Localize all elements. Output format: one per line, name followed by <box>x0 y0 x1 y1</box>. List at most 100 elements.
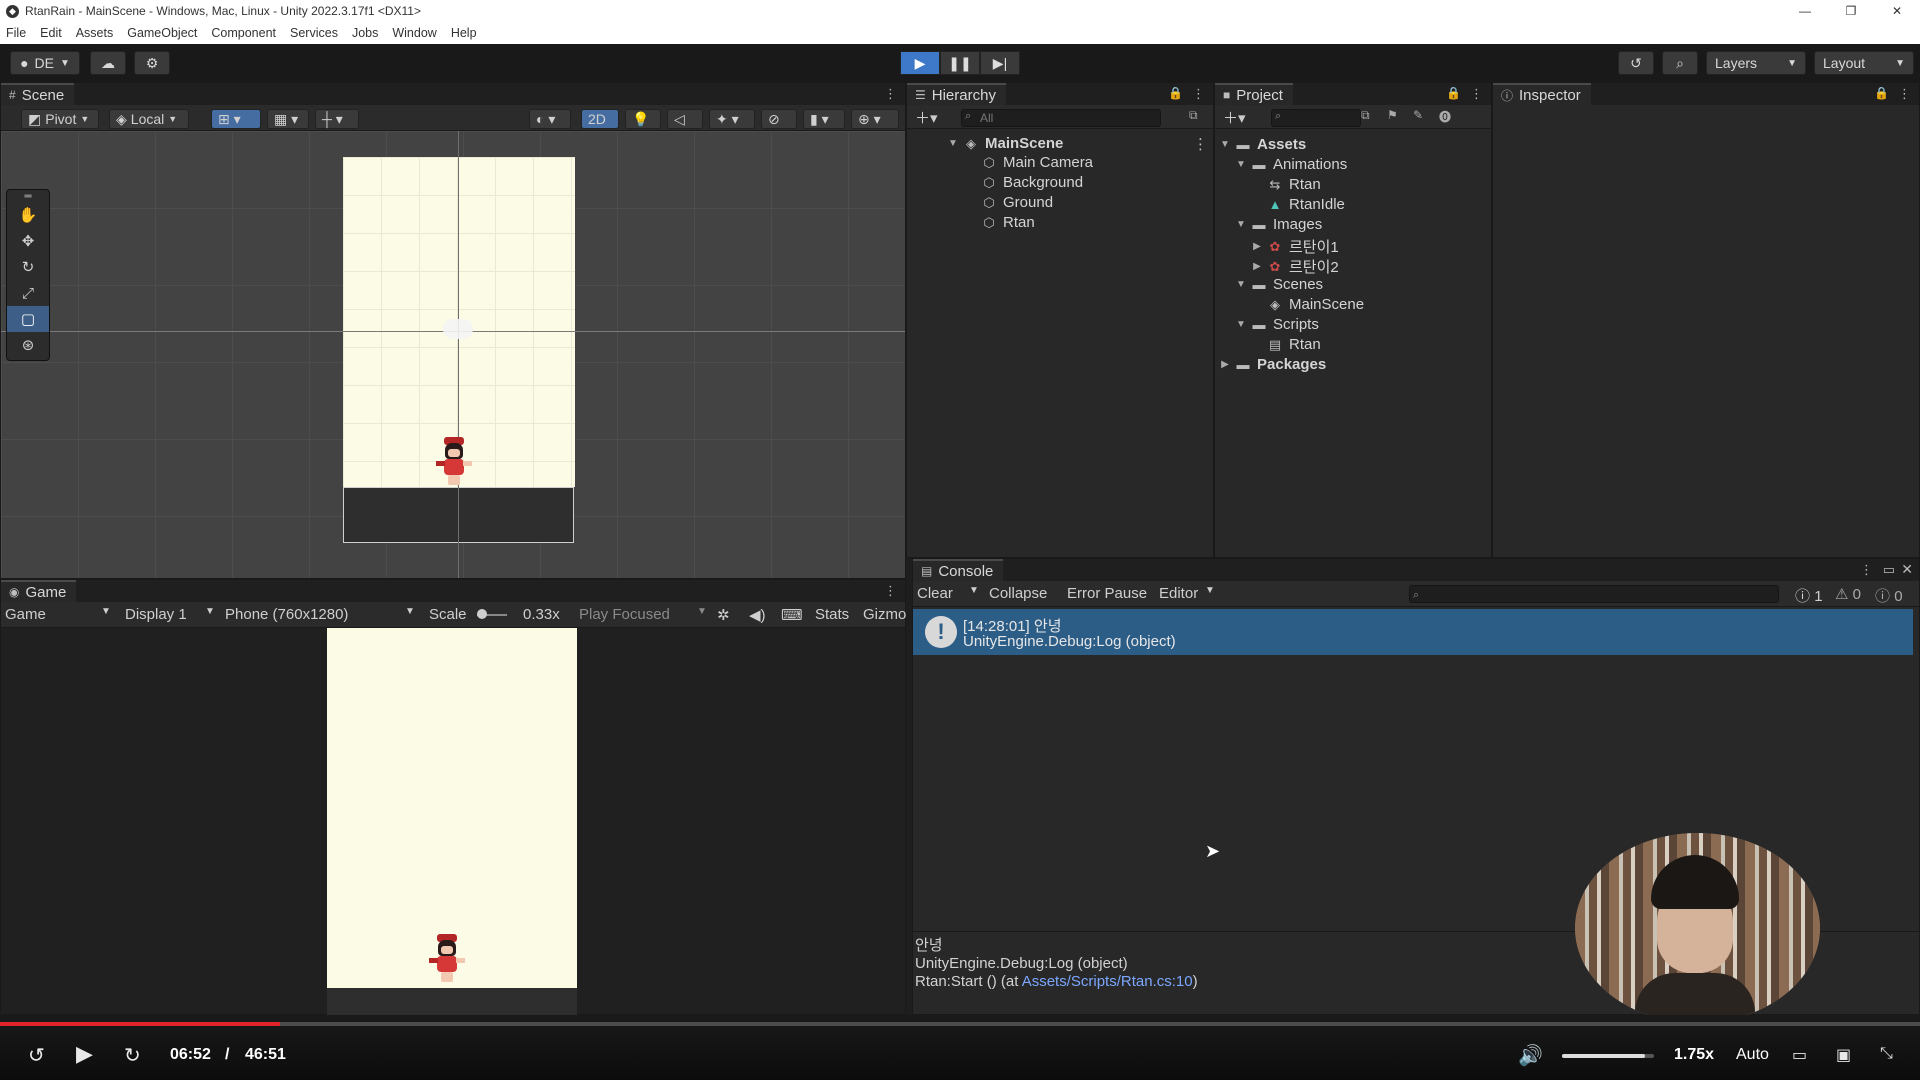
editor-dropdown[interactable]: Editor <box>1159 585 1198 602</box>
play-button[interactable]: ▶ <box>900 51 940 75</box>
tab-console[interactable]: ▤ Console <box>913 559 1004 581</box>
log-count-toggle[interactable]: ⓘ 1 <box>1795 585 1823 606</box>
tab-inspector[interactable]: ⓘ Inspector <box>1493 83 1591 105</box>
theater-mode-icon[interactable]: ▣ <box>1836 1045 1851 1065</box>
menu-help[interactable]: Help <box>451 26 477 40</box>
expand-triangle-icon[interactable]: ▼ <box>1235 159 1247 170</box>
hierarchy-item[interactable]: ⬡ Rtan <box>981 214 1034 231</box>
grid-toggle[interactable]: ▦ ▾ <box>267 109 309 129</box>
rect-tool-icon[interactable]: ▢ <box>7 306 49 332</box>
hierarchy-scene-row[interactable]: ▼ ◈ MainScene <box>947 135 1063 152</box>
tab-hierarchy[interactable]: ☰ Hierarchy <box>907 83 1006 105</box>
lock-icon[interactable]: 🔒 <box>1168 86 1183 100</box>
menu-window[interactable]: Window <box>392 26 436 40</box>
project-item[interactable]: ▲ RtanIdle <box>1267 196 1345 213</box>
minimize-button[interactable]: — <box>1782 0 1828 22</box>
hierarchy-item[interactable]: ⬡ Main Camera <box>981 154 1093 171</box>
lock-icon[interactable]: 🔒 <box>1446 86 1461 100</box>
tab-project[interactable]: ■ Project <box>1215 83 1293 105</box>
images-folder[interactable]: ▼ ▬ Images <box>1235 216 1322 233</box>
quality-setting[interactable]: Auto <box>1736 1046 1769 1064</box>
scale-tool-icon[interactable]: ⤢ <box>7 280 49 306</box>
play-icon[interactable]: ▶ <box>76 1041 93 1067</box>
rotate-tool-icon[interactable]: ↻ <box>7 254 49 280</box>
menu-gameobject[interactable]: GameObject <box>127 26 197 40</box>
packages-folder[interactable]: ▶ ▬ Packages <box>1219 356 1326 373</box>
collapsed-triangle-icon[interactable]: ▶ <box>1251 241 1263 252</box>
menu-file[interactable]: File <box>6 26 26 40</box>
camera-dropdown[interactable]: ▮ ▾ <box>803 109 845 129</box>
rewind-10-icon[interactable]: ↺ <box>28 1043 45 1068</box>
chevron-down-icon[interactable]: ▼ <box>969 585 979 596</box>
scenes-folder[interactable]: ▼ ▬ Scenes <box>1235 276 1323 293</box>
scene-search-icon[interactable]: ⧉ <box>1189 108 1198 123</box>
more-options-icon[interactable]: ⋮ <box>1193 135 1208 153</box>
increment-snap[interactable]: ┼ ▾ <box>315 109 359 129</box>
volume-slider[interactable] <box>1562 1054 1654 1058</box>
gizmos-toggle[interactable]: Gizmo <box>863 606 906 623</box>
project-search-input[interactable] <box>1271 109 1361 127</box>
audio-toggle[interactable]: ◁ <box>667 109 703 129</box>
game-canvas[interactable] <box>1 628 905 1016</box>
forward-10-icon[interactable]: ↻ <box>124 1043 141 1068</box>
hidden-toggle[interactable]: ⊘ <box>761 109 797 129</box>
menu-services[interactable]: Services <box>290 26 338 40</box>
menu-edit[interactable]: Edit <box>40 26 62 40</box>
warning-count-toggle[interactable]: ⚠ 0 <box>1835 585 1861 603</box>
cloud-button[interactable]: ☁ <box>90 51 126 75</box>
hand-tool-icon[interactable]: ✋ <box>7 202 49 228</box>
pause-button[interactable]: ❚❚ <box>940 51 980 75</box>
playback-speed[interactable]: 1.75x <box>1674 1046 1714 1064</box>
project-item[interactable]: ▶ ✿ 르탄이1 <box>1251 236 1339 257</box>
history-button[interactable]: ↺ <box>1618 51 1654 75</box>
effects-dropdown[interactable]: ✦ ▾ <box>709 109 755 129</box>
fullscreen-exit-icon[interactable]: ⤡ <box>1880 1045 1893 1063</box>
account-dropdown[interactable]: ● DE ▼ <box>10 51 80 75</box>
expand-triangle-icon[interactable]: ▼ <box>1235 219 1247 230</box>
hierarchy-item[interactable]: ⬡ Ground <box>981 194 1053 211</box>
play-focused-dropdown[interactable]: Play Focused <box>579 606 670 623</box>
menu-assets[interactable]: Assets <box>76 26 114 40</box>
console-search-input[interactable] <box>1409 585 1779 603</box>
hierarchy-search-input[interactable]: All <box>961 109 1161 127</box>
shading-dropdown[interactable]: ◐ ▾ <box>529 109 571 129</box>
scale-slider-thumb[interactable] <box>477 609 487 619</box>
menu-component[interactable]: Component <box>211 26 276 40</box>
captions-icon[interactable]: ▭ <box>1792 1045 1807 1065</box>
display-dropdown[interactable]: Display 1 <box>125 606 187 623</box>
menu-jobs[interactable]: Jobs <box>352 26 378 40</box>
expand-triangle-icon[interactable]: ▼ <box>1235 279 1247 290</box>
more-options-icon[interactable]: ⋮ <box>1192 86 1205 102</box>
stats-toggle[interactable]: Stats <box>815 606 849 623</box>
error-pause-toggle[interactable]: Error Pause <box>1067 585 1147 602</box>
search-by-type-icon[interactable]: ⧉ <box>1361 108 1370 123</box>
collapsed-triangle-icon[interactable]: ▶ <box>1251 261 1263 272</box>
transform-tool-icon[interactable]: ⊛ <box>7 332 49 358</box>
keyboard-icon[interactable]: ⌨ <box>781 606 803 624</box>
filter-icon[interactable]: ⚑ <box>1387 108 1398 122</box>
assets-folder[interactable]: ▼ ▬ Assets <box>1219 136 1306 153</box>
local-dropdown[interactable]: ◈ Local ▼ <box>109 109 189 129</box>
resolution-dropdown[interactable]: Phone (760x1280) <box>225 606 348 623</box>
close-icon[interactable]: ✕ <box>1901 561 1913 578</box>
collab-button[interactable]: ⚙ <box>134 51 170 75</box>
rtan-character-sprite[interactable] <box>436 437 472 487</box>
lock-icon[interactable]: 🔒 <box>1874 86 1889 100</box>
clear-button[interactable]: Clear <box>917 585 953 602</box>
layers-dropdown[interactable]: Layers ▼ <box>1706 51 1806 75</box>
2d-toggle[interactable]: 2D <box>581 109 619 129</box>
more-options-icon[interactable]: ⋮ <box>1898 86 1911 102</box>
more-options-icon[interactable]: ⋮ <box>1860 562 1873 578</box>
collapsed-triangle-icon[interactable]: ▶ <box>1219 359 1231 370</box>
more-options-icon[interactable]: ⋮ <box>1470 86 1483 102</box>
project-item[interactable]: ◈ MainScene <box>1267 296 1364 313</box>
hierarchy-item[interactable]: ⬡ Background <box>981 174 1083 191</box>
close-window-button[interactable]: ✕ <box>1874 0 1920 22</box>
speaker-icon[interactable]: ◀) <box>749 606 766 624</box>
add-icon[interactable]: ＋▾ <box>915 107 938 128</box>
gizmos-dropdown[interactable]: ⊕ ▾ <box>851 109 899 129</box>
game-view-dropdown[interactable]: Game <box>5 606 46 623</box>
restore-button[interactable]: ❐ <box>1828 0 1874 22</box>
scripts-folder[interactable]: ▼ ▬ Scripts <box>1235 316 1319 333</box>
script-link[interactable]: Assets/Scripts/Rtan.cs:10 <box>1022 973 1193 990</box>
